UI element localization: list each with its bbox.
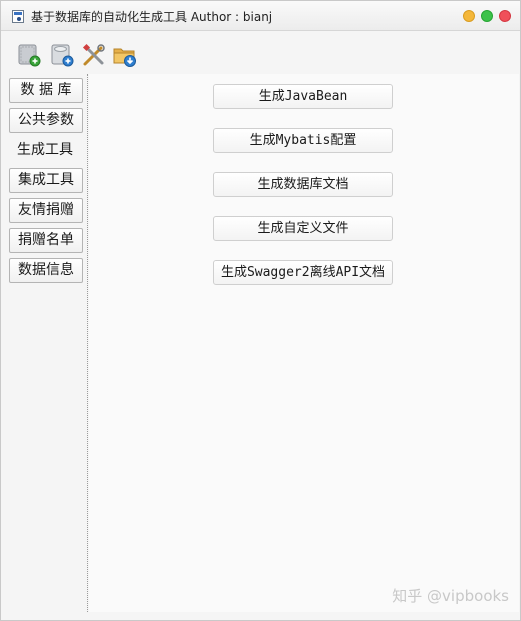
sidebar-divider xyxy=(87,74,88,612)
sidebar-item-database[interactable]: 数 据 库 xyxy=(9,78,83,103)
sidebar-item-common-params[interactable]: 公共参数 xyxy=(9,108,83,133)
window-title: 基于数据库的自动化生成工具 Author : bianj xyxy=(31,10,273,24)
sidebar-item-generate-tools[interactable]: 生成工具 xyxy=(7,139,88,164)
tools-icon[interactable] xyxy=(81,42,107,68)
minimize-button[interactable] xyxy=(463,10,475,22)
sidebar-item-donor-list[interactable]: 捐赠名单 xyxy=(9,228,83,253)
main-panel: 生成JavaBean 生成Mybatis配置 生成数据库文档 生成自定义文件 生… xyxy=(89,74,519,612)
maximize-button[interactable] xyxy=(481,10,493,22)
title-bar[interactable]: 基于数据库的自动化生成工具 Author : bianj xyxy=(1,1,520,31)
sidebar: 数 据 库 公共参数 生成工具 集成工具 友情捐赠 捐赠名单 数据信息 xyxy=(6,74,88,612)
generate-custom-file-button[interactable]: 生成自定义文件 xyxy=(213,216,393,241)
generate-db-doc-button[interactable]: 生成数据库文档 xyxy=(213,172,393,197)
sidebar-item-data-info[interactable]: 数据信息 xyxy=(9,258,83,283)
toolbar xyxy=(1,31,520,73)
database-add-icon[interactable] xyxy=(16,42,42,68)
app-icon xyxy=(12,10,24,23)
folder-download-icon[interactable] xyxy=(112,42,138,68)
close-button[interactable] xyxy=(499,10,511,22)
database-connect-icon[interactable] xyxy=(49,42,75,68)
sidebar-item-integration-tools[interactable]: 集成工具 xyxy=(9,168,83,193)
sidebar-item-donate[interactable]: 友情捐赠 xyxy=(9,198,83,223)
generate-swagger2-doc-button[interactable]: 生成Swagger2离线API文档 xyxy=(213,260,393,285)
watermark: 知乎 @vipbooks xyxy=(392,587,509,605)
generate-javabean-button[interactable]: 生成JavaBean xyxy=(213,84,393,109)
app-window: 基于数据库的自动化生成工具 Author : bianj 数 据 库 公共参数 … xyxy=(0,0,521,621)
generate-mybatis-config-button[interactable]: 生成Mybatis配置 xyxy=(213,128,393,153)
